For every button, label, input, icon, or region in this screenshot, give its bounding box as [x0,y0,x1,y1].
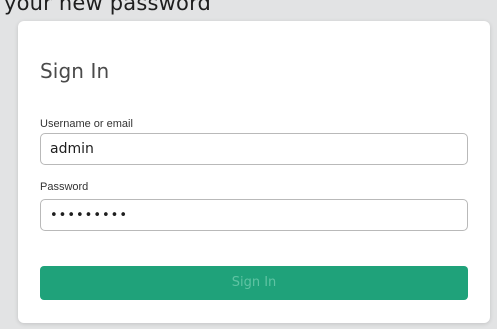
username-label: Username or email [40,118,133,130]
sign-in-button[interactable]: Sign In [40,266,468,300]
page-title: Sign In [40,59,110,83]
background-text: your new password [4,0,212,15]
password-field[interactable]: ••••••••• [40,199,468,231]
password-label: Password [40,181,89,193]
username-field[interactable]: admin [40,133,468,165]
password-value: ••••••••• [50,208,129,223]
username-value: admin [50,141,94,157]
sign-in-card: Sign In Username or email admin Password… [18,21,490,323]
